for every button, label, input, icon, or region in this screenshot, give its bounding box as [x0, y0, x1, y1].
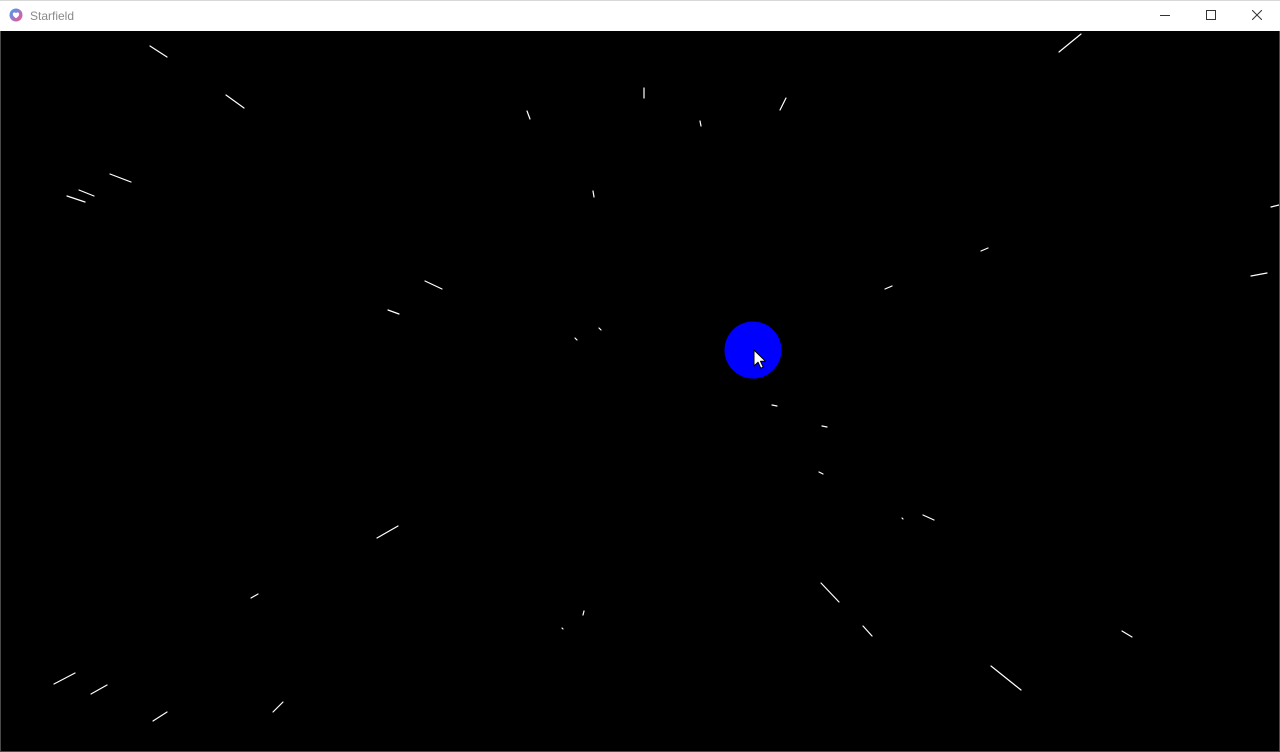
star-streak	[901, 517, 904, 520]
star-streak	[990, 665, 1022, 691]
star-streak	[980, 247, 989, 252]
player-orb[interactable]	[724, 321, 782, 379]
star-streak	[272, 701, 284, 713]
star-streak	[90, 684, 108, 695]
star-streak	[376, 525, 399, 539]
close-icon	[1251, 7, 1263, 25]
star-streak	[884, 285, 893, 290]
app-window: Starfield	[0, 0, 1280, 752]
star-streak	[387, 309, 400, 315]
star-streak	[1270, 204, 1279, 208]
star-streak	[1058, 33, 1082, 53]
star-streak	[250, 593, 259, 599]
star-streak	[582, 610, 585, 616]
star-streak	[149, 45, 168, 58]
star-streak	[424, 280, 443, 290]
window-title: Starfield	[30, 9, 75, 23]
star-streak	[561, 627, 564, 630]
star-streak	[66, 195, 86, 203]
star-streak	[53, 672, 76, 685]
star-streak	[598, 327, 602, 331]
star-streak	[574, 337, 578, 341]
star-streak	[862, 625, 873, 637]
star-streak	[1121, 630, 1133, 638]
maximize-button[interactable]	[1188, 1, 1234, 31]
star-streak	[109, 173, 132, 183]
close-button[interactable]	[1234, 1, 1280, 31]
star-streak	[922, 514, 935, 521]
star-streak	[820, 582, 840, 603]
star-streak	[78, 189, 95, 197]
star-streak	[526, 110, 531, 120]
heart-badge-icon	[9, 8, 23, 22]
starfield-canvas[interactable]	[1, 31, 1279, 751]
star-streak	[821, 425, 828, 428]
window-border-left	[0, 31, 1, 752]
starfield-drawing	[53, 33, 1279, 722]
minimize-button[interactable]	[1142, 1, 1188, 31]
star-streak	[771, 404, 778, 407]
star-streak	[152, 711, 168, 722]
star-streak	[592, 190, 595, 198]
star-streak	[1250, 272, 1268, 277]
star-streak	[779, 97, 787, 111]
title-bar[interactable]: Starfield	[0, 0, 1280, 31]
minimize-icon	[1160, 7, 1170, 25]
star-streak	[818, 471, 824, 475]
star-streak	[699, 120, 702, 127]
star-streak	[225, 94, 245, 109]
maximize-icon	[1206, 7, 1216, 25]
